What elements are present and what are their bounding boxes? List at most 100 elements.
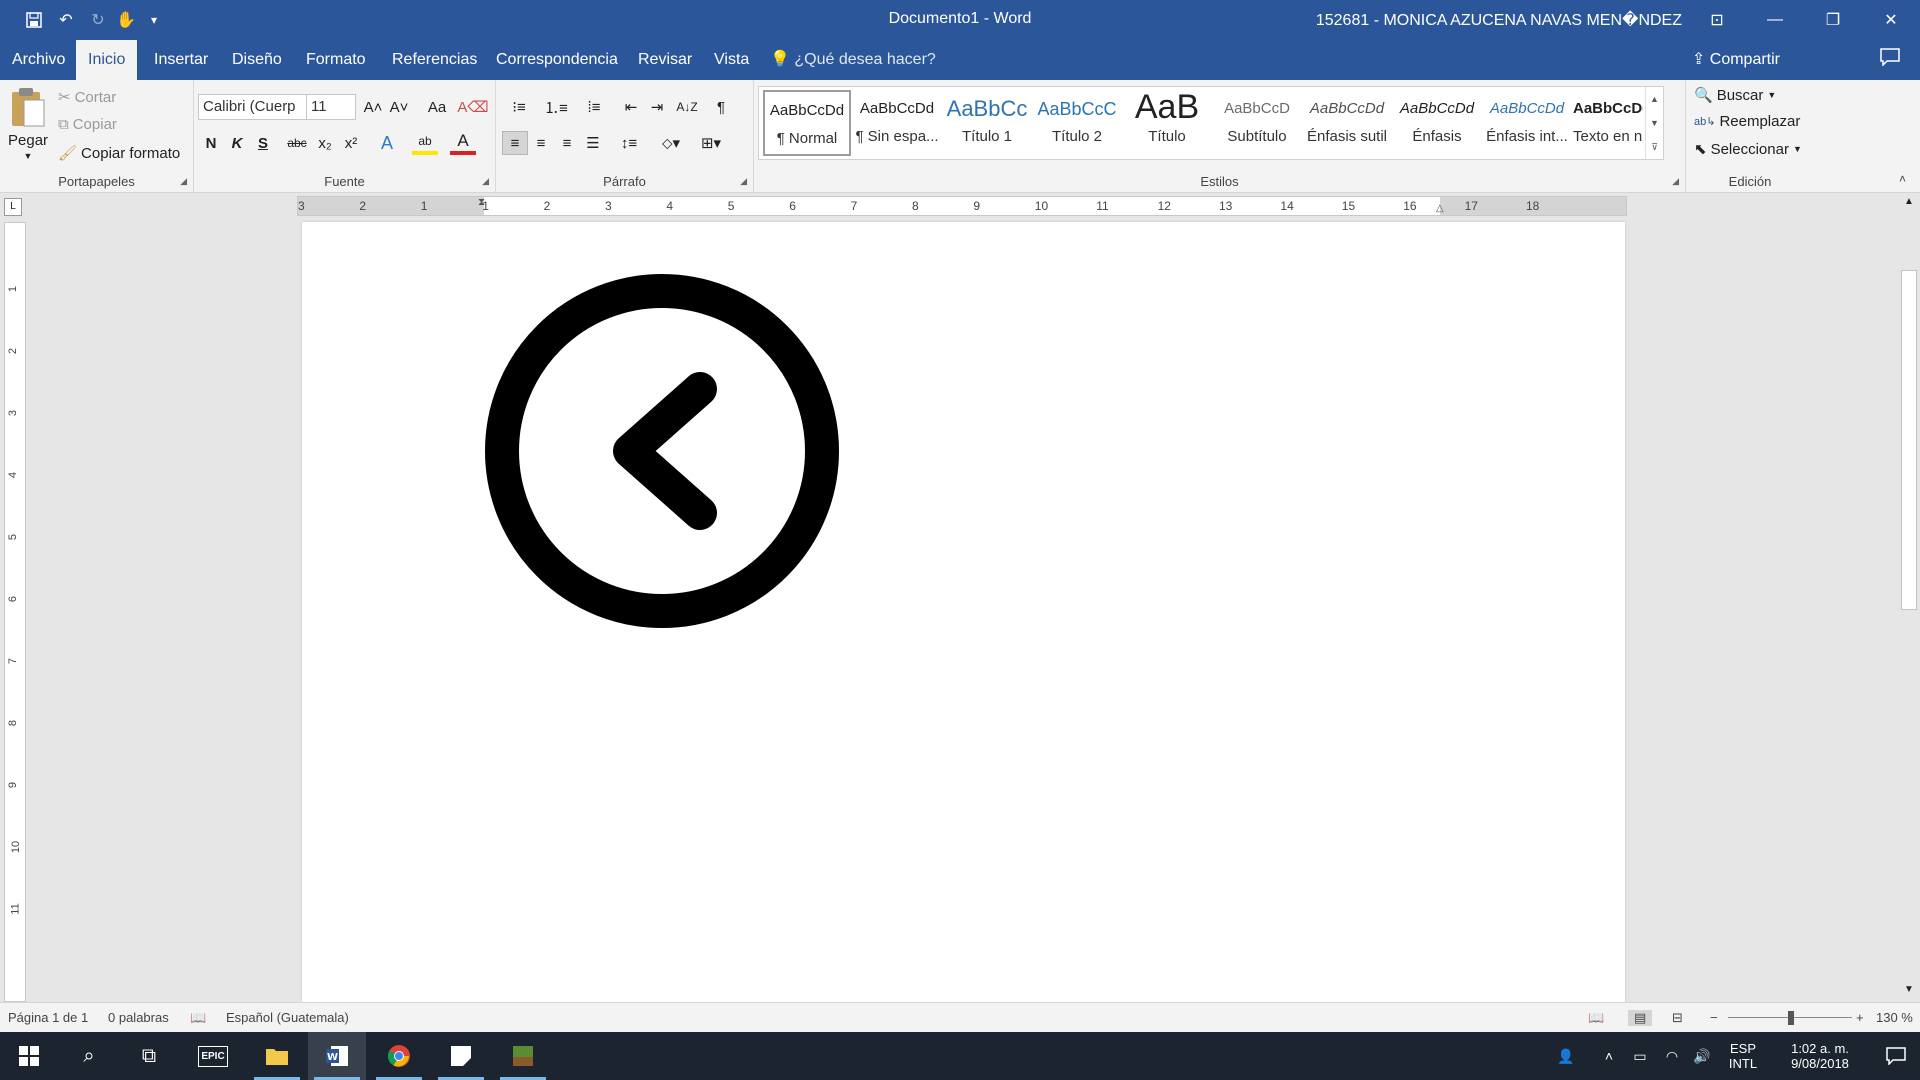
vertical-ruler[interactable]: 1 2 3 4 5 6 7 8 9 10 11 xyxy=(4,222,26,1002)
dialog-launcher-icon[interactable]: ◢ xyxy=(180,176,187,187)
chevron-up-icon[interactable]: ▲ xyxy=(1646,87,1663,111)
epic-games-icon[interactable]: EPIC xyxy=(184,1032,242,1080)
chrome-icon[interactable] xyxy=(370,1032,428,1080)
gallery-scroll[interactable]: ▲ ▼ ⊽ xyxy=(1645,87,1663,159)
text-effects-button[interactable]: A xyxy=(374,131,400,155)
style-normal[interactable]: AaBbCcDd ¶ Normal xyxy=(763,90,851,156)
zoom-slider-thumb[interactable] xyxy=(1788,1011,1794,1025)
dialog-launcher-icon[interactable]: ◢ xyxy=(740,176,747,187)
copy-button[interactable]: ⧉ Copiar xyxy=(58,116,117,133)
align-center-icon[interactable]: ≡ xyxy=(528,131,554,155)
tab-diseno[interactable]: Diseño xyxy=(220,40,294,80)
chevron-down-icon[interactable]: ▼ xyxy=(1646,111,1663,135)
clear-formatting-button[interactable]: A⌫ xyxy=(457,95,488,119)
indent-marker-icon[interactable]: ⧗ xyxy=(478,197,485,208)
numbering-icon[interactable]: ⒈≡ xyxy=(538,95,574,119)
share-button[interactable]: ⇪ Compartir xyxy=(1692,40,1780,80)
subscript-button[interactable]: x₂ xyxy=(312,131,338,155)
word-count[interactable]: 0 palabras xyxy=(108,1010,169,1025)
tab-selector[interactable]: L xyxy=(4,198,22,216)
superscript-button[interactable]: x² xyxy=(338,131,364,155)
select-button[interactable]: ⬉ Seleccionar ▼ xyxy=(1694,140,1802,159)
style-intense-emphasis[interactable]: AaBbCcDd Énfasis int... xyxy=(1483,90,1571,156)
tab-revisar[interactable]: Revisar xyxy=(626,40,704,80)
font-color-button[interactable]: A xyxy=(450,131,476,155)
input-language[interactable]: ESP INTL xyxy=(1718,1032,1768,1080)
language-status[interactable]: Español (Guatemala) xyxy=(226,1010,349,1025)
chevron-left-circle-icon[interactable] xyxy=(482,271,842,631)
show-formatting-icon[interactable]: ¶ xyxy=(708,95,734,119)
borders-icon[interactable]: ⊞▾ xyxy=(694,131,728,155)
minecraft-icon[interactable] xyxy=(494,1032,552,1080)
customize-qat-icon[interactable]: ▾ xyxy=(140,8,168,32)
sticky-notes-icon[interactable] xyxy=(432,1032,490,1080)
decrease-indent-icon[interactable]: ⇤ xyxy=(618,95,644,119)
font-family-combo[interactable]: Calibri (Cuerp xyxy=(198,94,308,120)
close-button[interactable]: ✕ xyxy=(1862,0,1920,40)
web-layout-icon[interactable]: ⊟ xyxy=(1672,1010,1683,1026)
page-count[interactable]: Página 1 de 1 xyxy=(8,1010,88,1025)
style-heading-2[interactable]: AaBbCcC Título 2 xyxy=(1033,90,1121,156)
horizontal-ruler[interactable]: 3 2 1 1 2 3 4 5 6 7 8 9 10 11 12 13 14 15 16 17 18 ⧗ △ xyxy=(297,196,1627,216)
tab-correspondencia[interactable]: Correspondencia xyxy=(484,40,630,80)
style-heading-1[interactable]: AaBbCc Título 1 xyxy=(943,90,1031,156)
scroll-up-icon[interactable]: ▲ xyxy=(1898,196,1920,214)
style-title[interactable]: AaB Título xyxy=(1123,90,1211,156)
zoom-out-button[interactable]: − xyxy=(1710,1010,1718,1025)
increase-indent-icon[interactable]: ⇥ xyxy=(644,95,670,119)
file-explorer-icon[interactable] xyxy=(248,1032,306,1080)
sort-icon[interactable]: A↓Z xyxy=(674,95,700,119)
save-icon[interactable] xyxy=(20,8,48,32)
style-emphasis[interactable]: AaBbCcDd Énfasis xyxy=(1393,90,1481,156)
italic-button[interactable]: K xyxy=(224,131,250,155)
bold-button[interactable]: N xyxy=(198,131,224,155)
scrollbar-thumb[interactable] xyxy=(1901,270,1917,610)
task-view-icon[interactable]: ⧉ xyxy=(120,1032,178,1080)
shading-icon[interactable]: ⬦▾ xyxy=(654,131,688,155)
collapse-ribbon-icon[interactable]: ˄ xyxy=(1899,172,1906,186)
format-painter-button[interactable]: 🖌 Copiar formato xyxy=(58,144,180,163)
paste-button[interactable]: Pegar ▼ xyxy=(8,86,48,161)
style-no-spacing[interactable]: AaBbCcDd ¶ Sin espa... xyxy=(853,90,941,156)
wifi-icon[interactable]: ◠ xyxy=(1658,1032,1686,1080)
undo-icon[interactable]: ↶ xyxy=(48,8,84,32)
strikethrough-button[interactable]: abc xyxy=(284,131,310,155)
right-indent-marker-icon[interactable]: △ xyxy=(1436,203,1444,214)
read-mode-icon[interactable]: 📖 xyxy=(1588,1010,1604,1026)
tab-insertar[interactable]: Insertar xyxy=(142,40,220,80)
chevron-up-icon[interactable]: ˄ xyxy=(1596,1032,1622,1080)
redo-icon[interactable]: ↻ xyxy=(84,8,112,32)
word-taskbar-icon[interactable]: W xyxy=(308,1032,366,1080)
clock[interactable]: 1:02 a. m. 9/08/2018 xyxy=(1770,1032,1870,1080)
document-page[interactable] xyxy=(302,222,1625,1002)
grow-font-button[interactable]: A˄ xyxy=(360,95,386,119)
comments-icon[interactable] xyxy=(1880,48,1908,72)
zoom-level[interactable]: 130 % xyxy=(1876,1010,1913,1025)
highlight-button[interactable]: ab xyxy=(412,131,438,155)
tab-archivo[interactable]: Archivo xyxy=(0,40,77,80)
font-size-combo[interactable]: 11 xyxy=(306,94,356,120)
tab-inicio[interactable]: Inicio xyxy=(76,40,138,80)
style-subtitle[interactable]: AaBbCcD Subtítulo xyxy=(1213,90,1301,156)
windows-start-icon[interactable] xyxy=(0,1032,58,1080)
vertical-scrollbar[interactable]: ▲ ▼ xyxy=(1898,196,1920,1002)
justify-icon[interactable]: ☰ xyxy=(580,131,606,155)
dialog-launcher-icon[interactable]: ◢ xyxy=(482,176,489,187)
line-spacing-icon[interactable]: ↕≡ xyxy=(612,131,646,155)
people-icon[interactable]: 👤 xyxy=(1546,1032,1586,1080)
shrink-font-button[interactable]: A˅ xyxy=(386,95,412,119)
tab-formato[interactable]: Formato xyxy=(294,40,378,80)
minimize-button[interactable]: — xyxy=(1746,0,1804,40)
dialog-launcher-icon[interactable]: ◢ xyxy=(1672,176,1679,187)
style-strong[interactable]: AaBbCcDc Texto en n... xyxy=(1573,90,1643,156)
battery-icon[interactable]: ▭ xyxy=(1626,1032,1654,1080)
gallery-more-icon[interactable]: ⊽ xyxy=(1646,135,1663,159)
replace-button[interactable]: ab↳ Reemplazar xyxy=(1694,113,1800,130)
align-right-icon[interactable]: ≡ xyxy=(554,131,580,155)
style-subtle-emphasis[interactable]: AaBbCcDd Énfasis sutil xyxy=(1303,90,1391,156)
align-left-icon[interactable]: ≡ xyxy=(502,131,528,155)
zoom-in-button[interactable]: + xyxy=(1856,1010,1864,1025)
cut-button[interactable]: ✂ Cortar xyxy=(58,88,116,107)
proofing-icon[interactable]: 📖 xyxy=(190,1010,206,1026)
restore-button[interactable]: ❐ xyxy=(1804,0,1862,40)
